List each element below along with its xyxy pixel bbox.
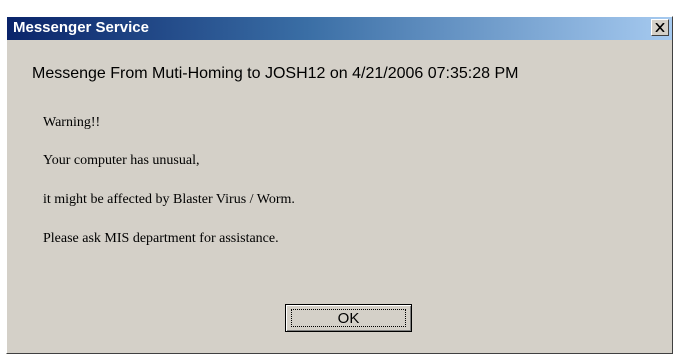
message-line-assistance: Please ask MIS department for assistance… — [43, 231, 279, 246]
messenger-dialog: Messenger Service Messenge From Muti-Hom… — [6, 16, 673, 354]
message-line-virus: it might be affected by Blaster Virus / … — [43, 192, 295, 207]
ok-button[interactable]: OK — [285, 304, 412, 332]
close-icon — [655, 23, 665, 32]
window-title: Messenger Service — [13, 19, 149, 36]
ok-button-label: OK — [291, 309, 406, 327]
close-button[interactable] — [651, 19, 669, 36]
message-header: Messenge From Muti-Homing to JOSH12 on 4… — [32, 65, 519, 82]
message-line-warning: Warning!! — [43, 115, 101, 130]
title-bar[interactable]: Messenger Service — [7, 17, 672, 40]
message-line-unusual: Your computer has unusual, — [43, 153, 200, 168]
